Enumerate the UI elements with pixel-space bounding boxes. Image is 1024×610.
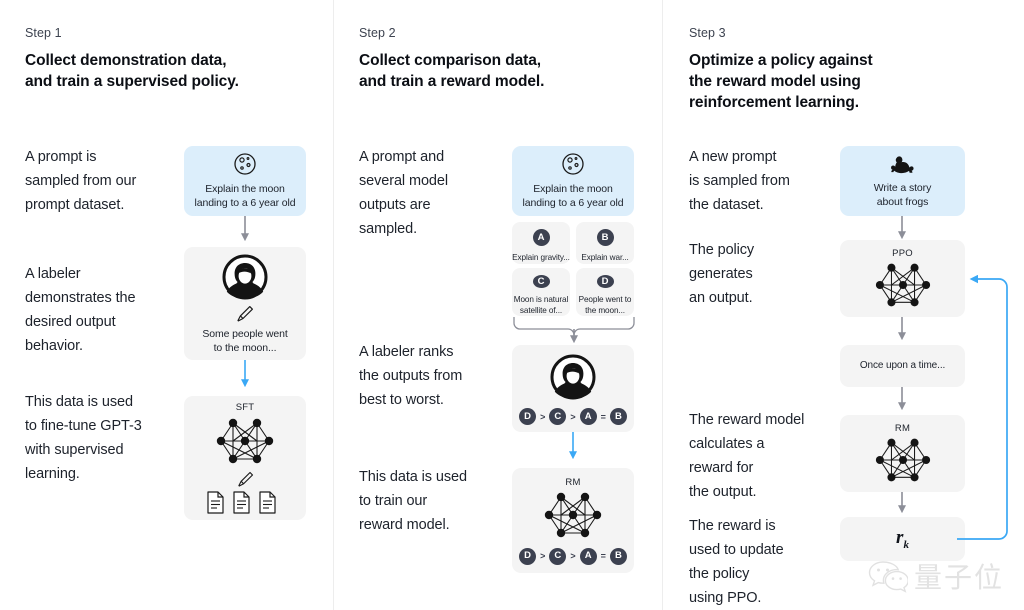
step-3-label: Step 3 [689, 26, 726, 40]
rank-badge-3: A [579, 547, 597, 565]
output-badge-b: B [596, 229, 614, 246]
reward-model-card[interactable]: RM D > C > A = B [512, 468, 634, 573]
new-prompt-card[interactable]: Write a story about frogs [840, 146, 965, 216]
generated-output-card[interactable]: Once upon a time... [840, 345, 965, 387]
frog-icon [890, 156, 914, 174]
step-3-paragraph-4: The reward is used to update the policy … [689, 518, 784, 606]
output-card-a[interactable]: A Explain gravity... [512, 222, 570, 264]
sft-label: SFT [235, 401, 255, 413]
output-card-d[interactable]: D People went to the moon... [576, 268, 634, 316]
generated-output-text: Once upon a time... [859, 360, 946, 371]
arrow-down-6 [898, 387, 906, 411]
prompt-card[interactable]: Explain the moon landing to a 6 year old [512, 146, 634, 216]
rank-op-3: = [600, 411, 606, 422]
labeler-rank-card[interactable]: D > C > A = B [512, 345, 634, 432]
output-badge-d: D [596, 275, 614, 288]
rank-badge-1: D [519, 547, 537, 565]
rank-op-3: = [600, 551, 606, 561]
step-1-label: Step 1 [25, 26, 62, 40]
step-2-column: Step 2 Collect comparison data, and trai… [334, 0, 662, 610]
step-1-paragraph-1: A prompt is sampled from our prompt data… [25, 149, 137, 213]
output-badge-a: A [532, 229, 550, 246]
arrow-down-3 [569, 432, 577, 460]
rank-op-2: > [570, 551, 576, 561]
step-1-paragraph-2: A labeler demonstrates the desired outpu… [25, 266, 136, 354]
step-3-column: Step 3 Optimize a policy against the rew… [663, 0, 1024, 610]
step-3-paragraph-1: A new prompt is sampled from the dataset… [689, 149, 790, 213]
sft-model-card[interactable]: SFT [184, 396, 306, 520]
reward-model-card[interactable]: RM [840, 415, 965, 492]
rank-badge-4: B [609, 547, 627, 565]
rank-badge-4: B [609, 408, 627, 425]
labeler-demo-text: Some people went to the moon... [202, 328, 288, 354]
ppo-policy-card[interactable]: PPO [840, 240, 965, 317]
rank-op-2: > [570, 411, 576, 422]
output-card-b[interactable]: B Explain war... [576, 222, 634, 264]
labeler-demo-card[interactable]: Some people went to the moon... [184, 247, 306, 360]
output-text-d: People went to the moon... [578, 295, 632, 315]
output-text-c: Moon is natural satellite of... [513, 295, 569, 315]
output-text-a: Explain gravity... [512, 253, 570, 262]
step-2-label: Step 2 [359, 26, 396, 40]
ppo-label: PPO [892, 247, 913, 259]
step-2-paragraph-1: A prompt and several model outputs are s… [359, 149, 448, 237]
arrow-down-2 [241, 360, 249, 388]
rank-badge-2: C [549, 408, 567, 425]
ranking-row-rm: D > C > A = B [519, 547, 627, 565]
rank-op-1: > [540, 411, 546, 422]
rank-op-1: > [540, 551, 546, 561]
ranking-row: D > C > A = B [519, 408, 627, 425]
arrow-down-5 [898, 317, 906, 341]
reward-value-card[interactable]: rk [840, 517, 965, 561]
rank-badge-2: C [549, 547, 567, 565]
labeler-icon [222, 254, 268, 300]
prompt-card[interactable]: Explain the moon landing to a 6 year old [184, 146, 306, 216]
step-1-paragraph-3: This data is used to fine-tune GPT-3 wit… [25, 394, 142, 482]
documents-icon [207, 490, 276, 514]
rank-badge-1: D [519, 408, 537, 425]
step-2-title: Collect comparison data, and train a rew… [359, 52, 545, 90]
moon-icon [562, 152, 584, 175]
neural-net-icon [216, 417, 274, 464]
prompt-card-text: Explain the moon landing to a 6 year old [522, 182, 624, 209]
wechat-icon [868, 561, 908, 593]
arrow-down-1 [241, 216, 249, 242]
reward-symbol: rk [896, 527, 909, 551]
ppo-feedback-loop-arrow [957, 274, 1008, 540]
step-2-paragraph-2: A labeler ranks the outputs from best to… [359, 344, 463, 408]
neural-net-icon [544, 491, 602, 538]
step-1-column: Step 1 Collect demonstration data, and t… [0, 0, 333, 610]
new-prompt-text: Write a story about frogs [873, 182, 932, 208]
pencil-icon [237, 471, 253, 487]
step-1-title: Collect demonstration data, and train a … [25, 52, 239, 90]
step-3-paragraph-2: The policy generates an output. [689, 242, 755, 306]
rm-label: RM [894, 422, 911, 434]
output-text-b: Explain war... [581, 253, 629, 262]
labeler-icon [550, 354, 596, 400]
output-card-c[interactable]: C Moon is natural satellite of... [512, 268, 570, 316]
pencil-icon [237, 306, 253, 322]
figure-canvas: Step 1 Collect demonstration data, and t… [0, 0, 1024, 610]
step-2-paragraph-3: This data is used to train our reward mo… [359, 469, 467, 533]
neural-net-icon [874, 437, 931, 482]
output-badge-c: C [532, 275, 550, 288]
rm-label: RM [565, 476, 581, 488]
neural-net-icon [874, 262, 931, 307]
watermark-text: 量子位 [914, 561, 1005, 594]
merge-brace-connector [513, 317, 635, 344]
prompt-card-text: Explain the moon landing to a 6 year old [194, 182, 296, 209]
moon-icon [234, 152, 256, 175]
reward-symbol-subscript: k [903, 538, 909, 551]
step-3-paragraph-3: The reward model calculates a reward for… [689, 412, 805, 500]
watermark: 量子位 [868, 556, 1004, 596]
rank-badge-3: A [579, 408, 597, 425]
step-3-title: Optimize a policy against the reward mod… [689, 52, 873, 111]
arrow-down-7 [898, 492, 906, 514]
